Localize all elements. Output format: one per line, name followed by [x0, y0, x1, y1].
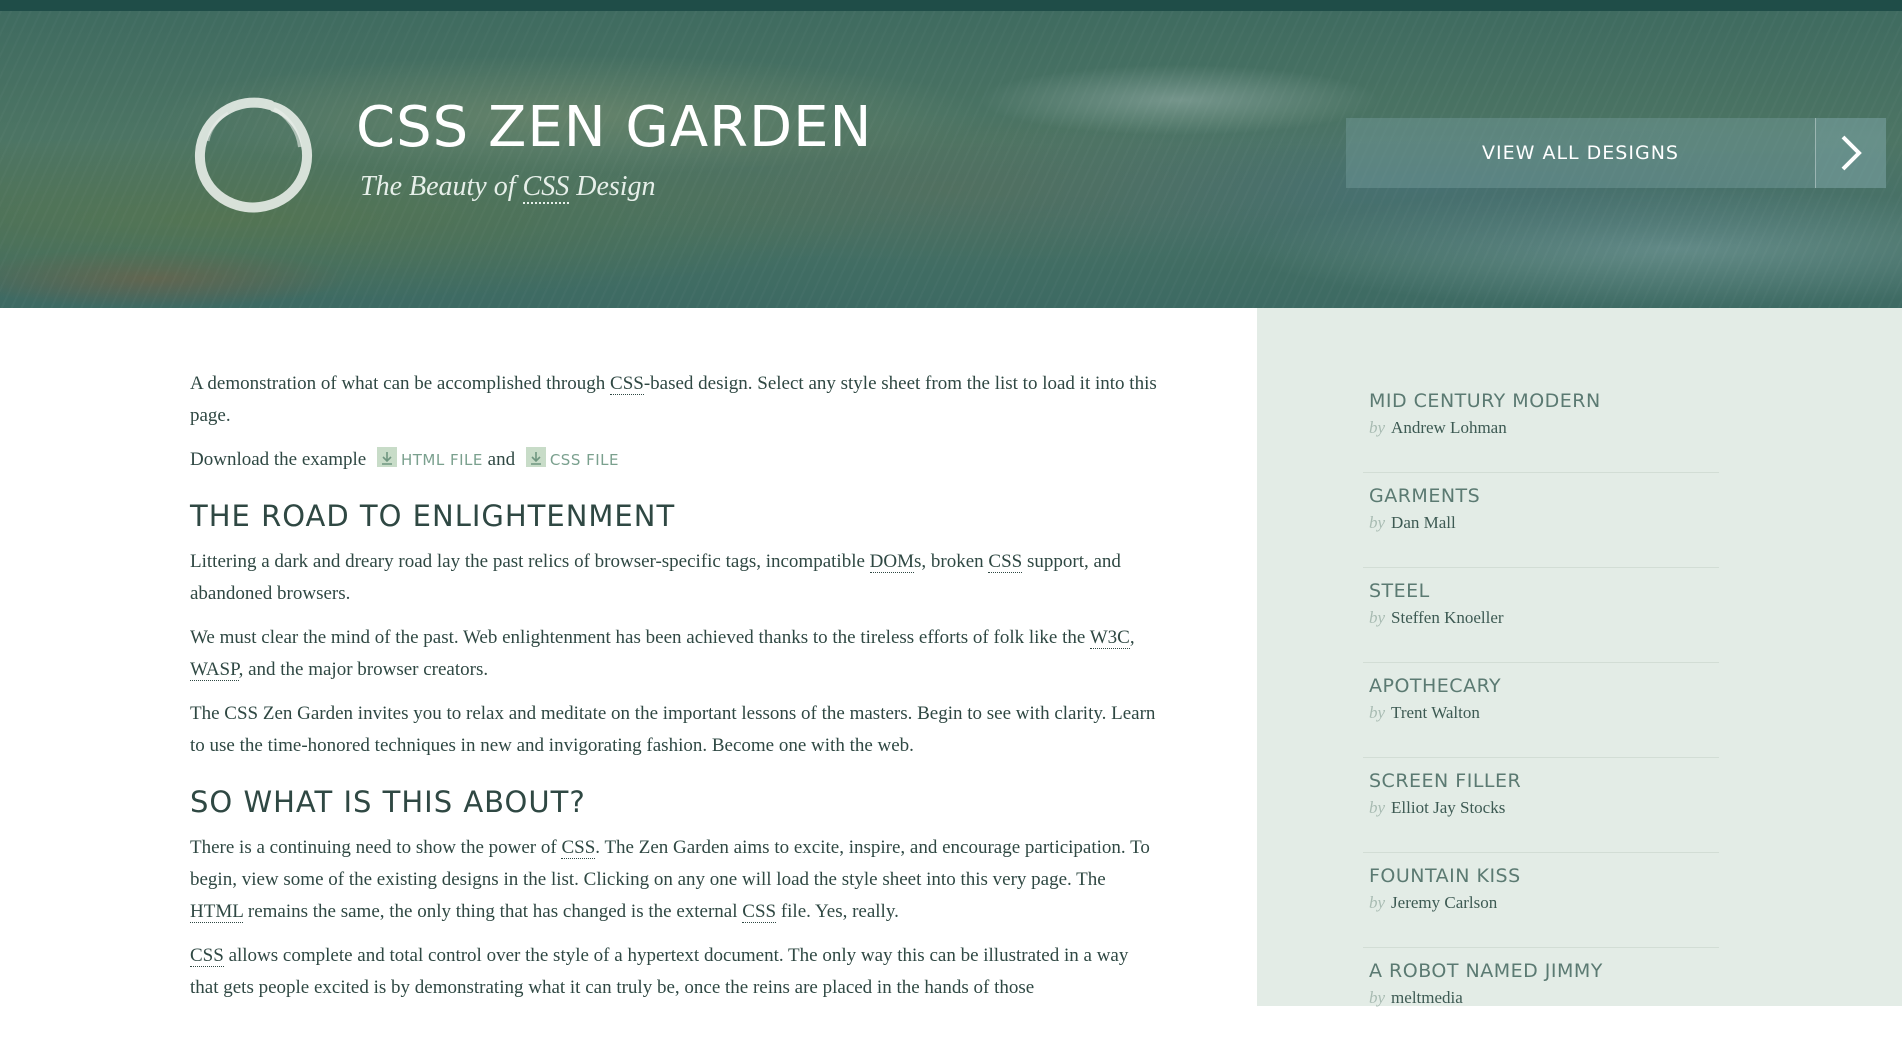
design-author: by meltmedia: [1369, 988, 1463, 1007]
chevron-right-icon: [1841, 135, 1862, 171]
design-author-link[interactable]: Andrew Lohman: [1391, 418, 1507, 437]
site-header: CSS ZEN GARDEN The Beauty of CSS Design …: [0, 11, 1902, 308]
download-icon: [525, 447, 546, 467]
section-heading-about: SO WHAT IS THIS ABOUT?: [190, 785, 586, 819]
list-item: MID CENTURY MODERN by Andrew Lohman: [1363, 378, 1719, 473]
design-author: by Steffen Knoeller: [1369, 608, 1504, 627]
design-author-link[interactable]: meltmedia: [1391, 988, 1463, 1007]
list-item: APOTHECARY by Trent Walton: [1363, 663, 1719, 758]
css-file-link[interactable]: CSS FILE: [550, 451, 619, 469]
design-author: by Jeremy Carlson: [1369, 893, 1498, 912]
top-bar: [0, 0, 1902, 11]
view-all-designs-label: VIEW ALL DESIGNS: [1482, 142, 1679, 164]
html-file-link[interactable]: HTML FILE: [401, 451, 483, 469]
download-icon: [376, 447, 397, 467]
design-author-link[interactable]: Elliot Jay Stocks: [1391, 798, 1505, 817]
section-heading-road: THE ROAD TO ENLIGHTENMENT: [190, 499, 676, 533]
design-author: by Andrew Lohman: [1369, 418, 1507, 437]
design-name-link[interactable]: SCREEN FILLER: [1369, 770, 1521, 792]
site-title: CSS ZEN GARDEN: [356, 95, 873, 160]
about-paragraph-2: CSS allows complete and total control ov…: [190, 945, 1129, 998]
main-content: A demonstration of what can be accomplis…: [190, 368, 1160, 1016]
design-name-link[interactable]: STEEL: [1369, 580, 1430, 602]
site-tagline: The Beauty of CSS Design: [360, 171, 656, 204]
list-item: STEEL by Steffen Knoeller: [1363, 568, 1719, 663]
design-list: MID CENTURY MODERN by Andrew Lohman GARME…: [1363, 378, 1719, 1042]
design-author: by Dan Mall: [1369, 513, 1456, 532]
download-paragraph: Download the example HTML FILE and CSS F…: [190, 447, 619, 470]
design-selection-sidebar: MID CENTURY MODERN by Andrew Lohman GARME…: [1257, 308, 1902, 1007]
design-author: by Elliot Jay Stocks: [1369, 798, 1506, 817]
design-author-link[interactable]: Jeremy Carlson: [1391, 893, 1497, 912]
design-author-link[interactable]: Dan Mall: [1391, 513, 1456, 532]
design-name-link[interactable]: FOUNTAIN KISS: [1369, 865, 1521, 887]
list-item: FOUNTAIN KISS by Jeremy Carlson: [1363, 853, 1719, 948]
intro-paragraph: A demonstration of what can be accomplis…: [190, 373, 1157, 426]
about-paragraph-1: There is a continuing need to show the p…: [190, 837, 1150, 923]
view-all-arrow-button[interactable]: [1815, 118, 1886, 188]
road-paragraph-1: Littering a dark and dreary road lay the…: [190, 551, 1121, 604]
design-name-link[interactable]: APOTHECARY: [1369, 675, 1501, 697]
design-author-link[interactable]: Trent Walton: [1391, 703, 1480, 722]
list-item: GARMENTS by Dan Mall: [1363, 473, 1719, 568]
list-item: A ROBOT NAMED JIMMY by meltmedia: [1363, 948, 1719, 1042]
list-item: SCREEN FILLER by Elliot Jay Stocks: [1363, 758, 1719, 853]
view-all-designs-button[interactable]: VIEW ALL DESIGNS: [1346, 118, 1886, 188]
road-paragraph-2: We must clear the mind of the past. Web …: [190, 627, 1135, 681]
enso-logo-icon: [194, 97, 313, 213]
design-name-link[interactable]: A ROBOT NAMED JIMMY: [1369, 960, 1603, 982]
design-author: by Trent Walton: [1369, 703, 1480, 722]
design-name-link[interactable]: GARMENTS: [1369, 485, 1480, 507]
road-paragraph-3: The CSS Zen Garden invites you to relax …: [190, 703, 1156, 756]
design-name-link[interactable]: MID CENTURY MODERN: [1369, 390, 1601, 412]
design-author-link[interactable]: Steffen Knoeller: [1391, 608, 1504, 627]
